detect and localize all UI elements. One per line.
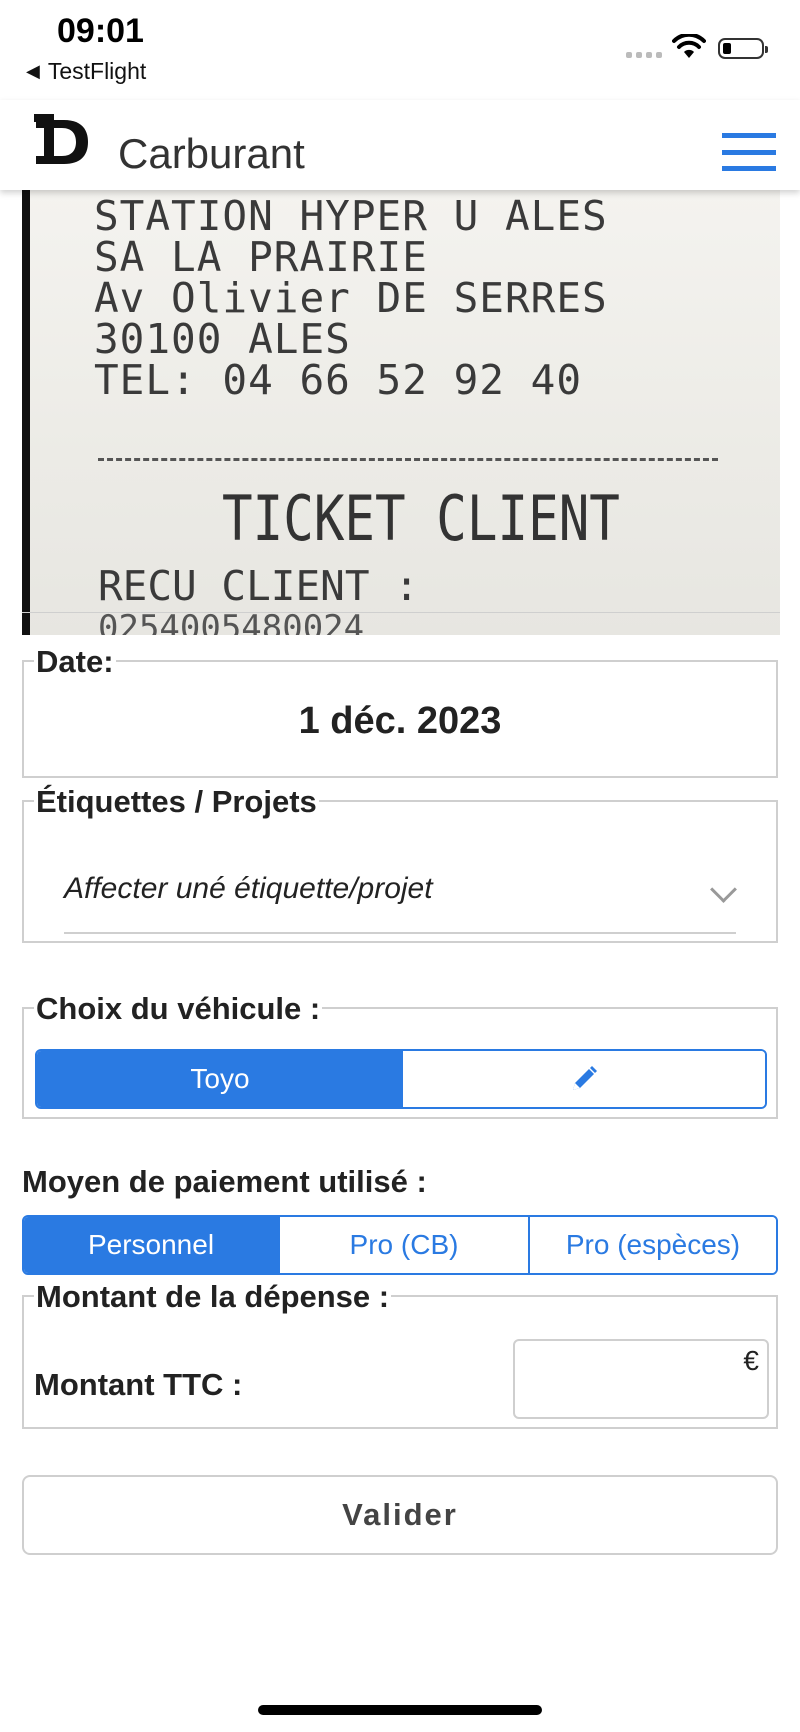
payment-option-pro-cb[interactable]: Pro (CB) xyxy=(278,1217,528,1273)
date-fieldset: Date: 1 déc. 2023 xyxy=(22,644,778,778)
vehicle-fieldset: Choix du véhicule : Toyo xyxy=(22,991,778,1119)
app-logo xyxy=(34,114,88,164)
amount-fieldset: Montant de la dépense : Montant TTC : € xyxy=(22,1279,778,1429)
payment-label: Moyen de paiement utilisé : xyxy=(22,1164,427,1199)
receipt-recu: RECU CLIENT : xyxy=(98,562,419,610)
payment-selector: Personnel Pro (CB) Pro (espèces) xyxy=(22,1215,778,1275)
battery-icon xyxy=(718,38,768,59)
edit-vehicle-button[interactable] xyxy=(403,1051,765,1107)
chevron-down-icon[interactable] xyxy=(710,876,737,903)
tags-select[interactable]: Affecter uné étiquette/projet xyxy=(64,872,433,906)
back-app-label: TestFlight xyxy=(47,58,147,84)
home-indicator[interactable] xyxy=(258,1705,542,1715)
back-arrow-icon: ◀ xyxy=(26,61,40,81)
receipt-photo[interactable]: STATION HYPER U ALES SA LA PRAIRIE Av Ol… xyxy=(22,190,780,635)
receipt-lines: STATION HYPER U ALES SA LA PRAIRIE Av Ol… xyxy=(94,192,608,404)
payment-option-pro-especes[interactable]: Pro (espèces) xyxy=(528,1217,776,1273)
status-time: 09:01 xyxy=(57,12,144,50)
amount-legend: Montant de la dépense : xyxy=(34,1279,392,1315)
vehicle-legend: Choix du véhicule : xyxy=(34,991,323,1027)
vehicle-selector: Toyo xyxy=(35,1049,767,1109)
app-header: Carburant xyxy=(0,100,800,190)
currency-symbol: € xyxy=(743,1345,759,1376)
date-value[interactable]: 1 déc. 2023 xyxy=(24,700,776,743)
date-legend: Date: xyxy=(34,644,116,680)
back-to-testflight[interactable]: ◀ TestFlight xyxy=(26,58,146,85)
tags-fieldset: Étiquettes / Projets Affecter uné étique… xyxy=(22,784,778,943)
receipt-ticket-title: TICKET CLIENT xyxy=(222,482,620,555)
tags-legend: Étiquettes / Projets xyxy=(34,784,319,820)
payment-option-personnel[interactable]: Personnel xyxy=(24,1217,278,1273)
cellular-signal-icon xyxy=(626,52,662,58)
amount-ttc-label: Montant TTC : xyxy=(34,1367,243,1402)
validate-button[interactable]: Valider xyxy=(22,1475,778,1555)
pencil-icon xyxy=(573,1066,597,1090)
page-title: Carburant xyxy=(118,130,305,177)
wifi-icon xyxy=(672,34,706,58)
vehicle-option-selected[interactable]: Toyo xyxy=(37,1051,403,1107)
menu-icon[interactable] xyxy=(722,133,776,171)
amount-ttc-input[interactable]: € xyxy=(513,1339,769,1419)
